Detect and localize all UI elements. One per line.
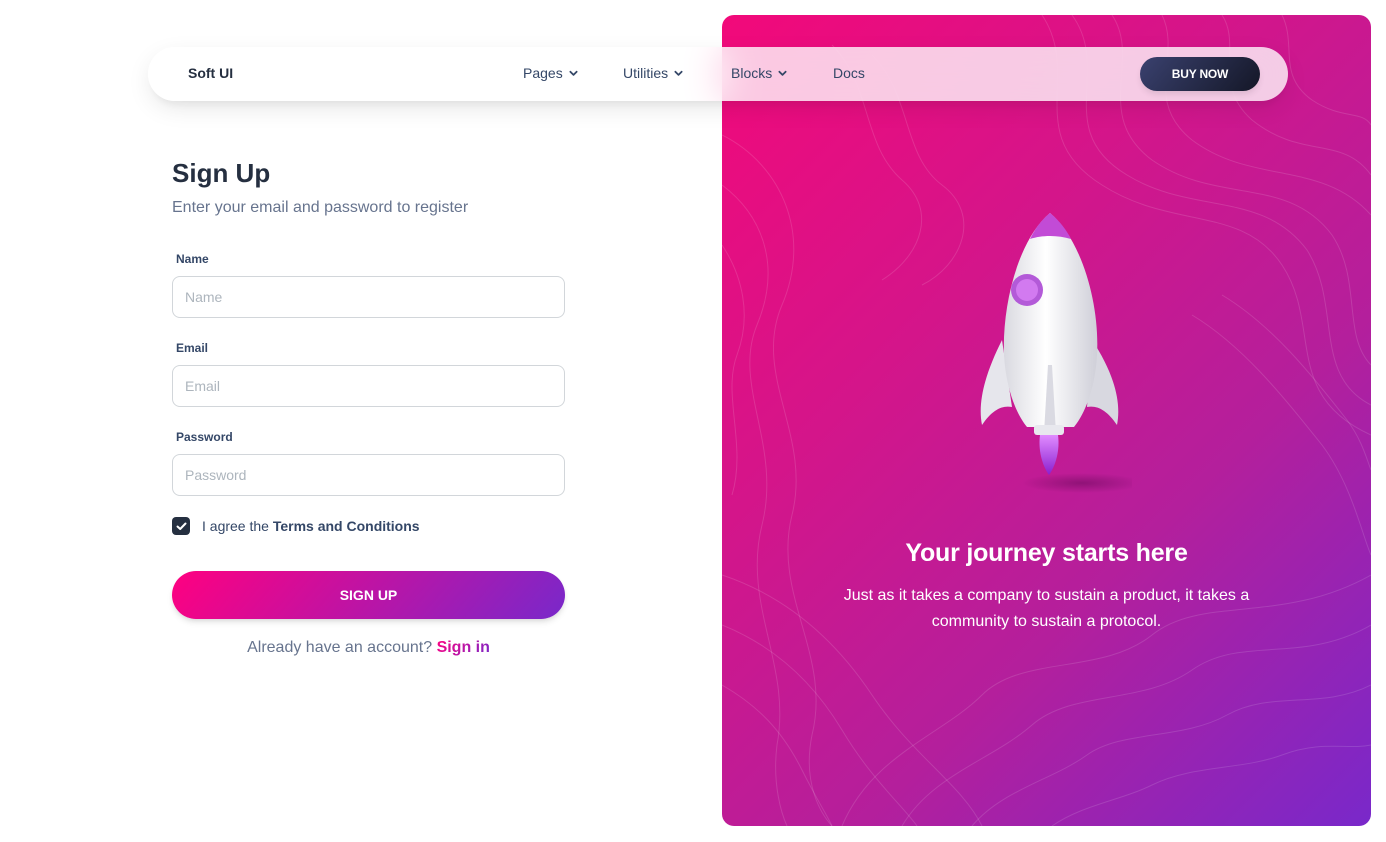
email-field-group: Email xyxy=(172,341,565,407)
signin-prompt-text: Already have an account? xyxy=(247,639,433,656)
name-label: Name xyxy=(176,252,209,266)
email-label: Email xyxy=(176,341,209,355)
name-input[interactable] xyxy=(172,276,565,318)
page-subtitle: Enter your email and password to registe… xyxy=(172,199,469,216)
terms-prefix: I agree the xyxy=(202,518,269,534)
nav-item-pages[interactable]: Pages xyxy=(523,65,578,81)
buy-now-button[interactable]: BUY NOW xyxy=(1140,57,1260,91)
terms-link[interactable]: Terms and Conditions xyxy=(273,518,420,534)
page-title: Sign Up xyxy=(172,158,271,188)
password-field-group: Password xyxy=(172,430,565,496)
terms-text: I agree the Terms and Conditions xyxy=(202,518,420,534)
nav-item-blocks[interactable]: Blocks xyxy=(731,65,787,81)
brand-logo[interactable]: Soft UI xyxy=(188,65,233,81)
rocket-illustration xyxy=(980,213,1132,493)
signup-form: Sign Up Enter your email and password to… xyxy=(172,155,565,656)
nav-item-label: Blocks xyxy=(731,65,773,81)
signup-button[interactable]: SIGN UP xyxy=(172,571,565,619)
terms-checkbox[interactable] xyxy=(172,517,190,535)
email-input[interactable] xyxy=(172,365,565,407)
hero-description: Just as it takes a company to sustain a … xyxy=(843,587,1250,630)
nav-item-utilities[interactable]: Utilities xyxy=(623,65,683,81)
navbar: Soft UI Pages Utilities Blocks Docs BUY … xyxy=(148,47,1288,101)
chevron-down-icon xyxy=(569,70,578,76)
hero-panel: Your journey starts here Just as it take… xyxy=(722,15,1371,826)
signin-link[interactable]: Sign in xyxy=(437,639,490,656)
signin-prompt: Already have an account? Sign in xyxy=(172,639,565,657)
nav-item-label: Utilities xyxy=(623,65,669,81)
terms-agreement: I agree the Terms and Conditions xyxy=(172,517,420,535)
check-icon xyxy=(176,522,186,530)
chevron-down-icon xyxy=(778,70,787,76)
hero-title: Your journey starts here xyxy=(905,539,1188,567)
password-input[interactable] xyxy=(172,454,565,496)
chevron-down-icon xyxy=(674,70,683,76)
nav-item-label: Docs xyxy=(833,65,865,81)
password-label: Password xyxy=(176,430,233,444)
name-field-group: Name xyxy=(172,252,565,318)
nav-item-label: Pages xyxy=(523,65,563,81)
nav-item-docs[interactable]: Docs xyxy=(833,65,865,81)
